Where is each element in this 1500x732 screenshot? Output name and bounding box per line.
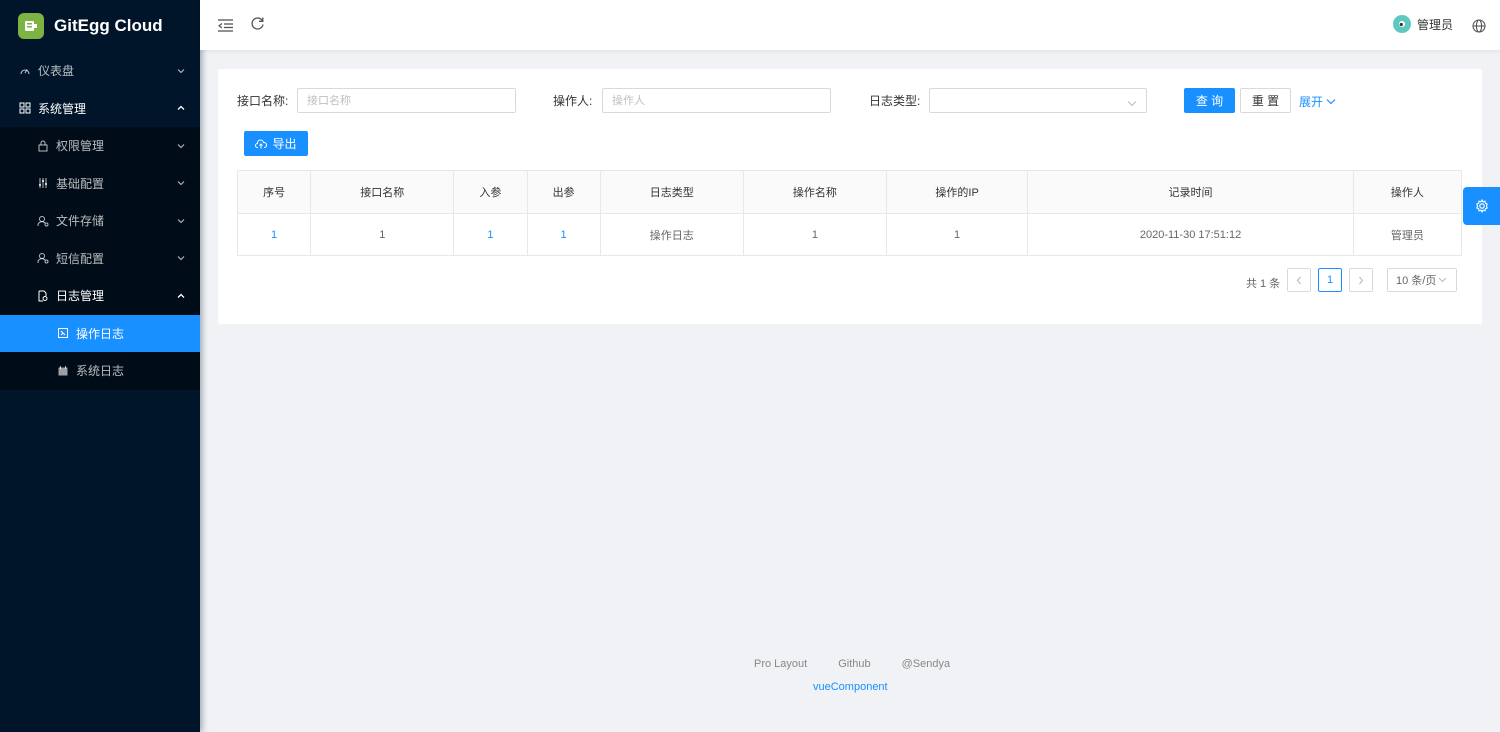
- chevron-down-icon: [1326, 98, 1336, 105]
- lock-icon: [36, 139, 50, 153]
- sidebar-item-label: 基础配置: [56, 176, 105, 191]
- sidebar-item-label: 系统日志: [76, 364, 125, 379]
- chevron-down-icon: [176, 178, 186, 188]
- expand-label: 展开: [1299, 95, 1324, 109]
- logo[interactable]: GitEgg Cloud: [0, 0, 200, 52]
- sidebar-item-label: 日志管理: [56, 289, 105, 304]
- chevron-right-icon: [1358, 276, 1364, 285]
- column-header[interactable]: 接口名称: [310, 170, 455, 214]
- chevron-left-icon: [1296, 276, 1302, 285]
- log-type-label: 日志类型:: [869, 94, 921, 108]
- sidebar-item-log-management[interactable]: 日志管理: [0, 277, 200, 315]
- globe-icon[interactable]: [1470, 17, 1488, 35]
- sidebar-item-system[interactable]: 系统管理: [0, 90, 200, 128]
- export-button[interactable]: 导出: [244, 131, 308, 156]
- sidebar-item-file-storage[interactable]: 文件存储: [0, 202, 200, 240]
- chevron-down-icon: [176, 216, 186, 226]
- sidebar-item-operation-log[interactable]: 操作日志: [0, 314, 200, 352]
- log-type-select[interactable]: [929, 88, 1147, 113]
- cloud-upload-icon: [255, 138, 268, 149]
- user-setting-icon: [36, 214, 50, 228]
- gear-icon: [1475, 199, 1489, 213]
- log-table: 序号 接口名称 入参 出参 日志类型 操作名称 操作的IP 记录时间 操作人 1…: [236, 170, 1463, 256]
- api-name-input[interactable]: [297, 88, 516, 113]
- column-header[interactable]: 操作人: [1353, 170, 1463, 214]
- dashboard-icon: [18, 64, 32, 78]
- page-size-select[interactable]: 10 条/页: [1387, 268, 1457, 292]
- column-header[interactable]: 入参: [453, 170, 528, 214]
- sidebar-item-basic-config[interactable]: 基础配置: [0, 164, 200, 202]
- table-cell: 操作日志: [600, 213, 744, 256]
- column-header[interactable]: 序号: [236, 170, 312, 214]
- chevron-up-icon: [176, 291, 186, 301]
- chevron-down-icon: [1127, 96, 1137, 110]
- sidebar-item-label: 系统管理: [38, 101, 87, 116]
- app-title: GitEgg Cloud: [54, 16, 163, 35]
- table-header-row: 序号 接口名称 入参 出参 日志类型 操作名称 操作的IP 记录时间 操作人: [236, 170, 1463, 214]
- appstore-icon: [18, 101, 32, 115]
- table-row[interactable]: 1 1 1 1 操作日志 1 1 2020-11-30 17:51:12 管理员: [236, 213, 1463, 256]
- table-cell: 1: [886, 213, 1029, 256]
- avatar: [1392, 15, 1411, 33]
- user-menu[interactable]: 管理员: [1392, 15, 1453, 33]
- sidebar-item-sms-config[interactable]: 短信配置: [0, 239, 200, 277]
- column-header[interactable]: 日志类型: [600, 170, 744, 214]
- sidebar-item-label: 短信配置: [56, 251, 105, 266]
- sliders-icon: [36, 176, 50, 190]
- top-header: 管理员: [200, 0, 1500, 50]
- sidebar-item-label: 仪表盘: [38, 64, 75, 79]
- table-cell: 1: [310, 213, 455, 256]
- expand-link[interactable]: 展开: [1299, 93, 1336, 110]
- chevron-down-icon: [1438, 277, 1447, 283]
- operator-input[interactable]: [602, 88, 831, 113]
- table-cell: 管理员: [1353, 213, 1463, 256]
- calendar-icon: [56, 364, 70, 378]
- footer-copyright[interactable]: vueComponent: [813, 681, 888, 693]
- column-header[interactable]: 操作的IP: [886, 170, 1029, 214]
- export-label: 导出: [272, 137, 297, 151]
- snippets-icon: [56, 326, 70, 340]
- user-setting-icon: [36, 251, 50, 265]
- chevron-up-icon: [176, 103, 186, 113]
- sidebar: GitEgg Cloud 仪表盘 系统管理 权限管理 基础配置 文件存储 短信配…: [0, 0, 200, 732]
- footer-links: Pro Layout Github @Sendya: [754, 658, 981, 670]
- sidebar-item-dashboard[interactable]: 仪表盘: [0, 52, 200, 90]
- settings-drawer-button[interactable]: [1463, 187, 1500, 225]
- operator-label: 操作人:: [553, 94, 593, 108]
- logo-icon: [18, 13, 44, 39]
- query-button[interactable]: 查 询: [1184, 88, 1235, 113]
- log-query-card: 接口名称: 操作人: 日志类型: 查 询 重 置 展开 导出 序号 接口名称 入…: [218, 69, 1482, 324]
- footer-link-prolayout[interactable]: Pro Layout: [754, 658, 807, 670]
- page-size-value: 10 条/页: [1396, 275, 1437, 287]
- chevron-down-icon: [176, 141, 186, 151]
- column-header[interactable]: 记录时间: [1027, 170, 1354, 214]
- table-cell: 1: [527, 213, 601, 256]
- reset-button[interactable]: 重 置: [1240, 88, 1291, 113]
- column-header[interactable]: 操作名称: [743, 170, 887, 214]
- chevron-down-icon: [176, 253, 186, 263]
- footer-link-sendya[interactable]: @Sendya: [902, 658, 950, 670]
- sidebar-item-system-log[interactable]: 系统日志: [0, 352, 200, 390]
- table-cell: 2020-11-30 17:51:12: [1027, 213, 1354, 256]
- table-cell: 1: [236, 213, 312, 256]
- table-cell: 1: [453, 213, 528, 256]
- prev-page-button[interactable]: [1287, 268, 1311, 292]
- page-number-button[interactable]: 1: [1318, 268, 1342, 292]
- api-name-label: 接口名称:: [237, 94, 289, 108]
- footer-link-github[interactable]: Github: [838, 658, 870, 670]
- chevron-down-icon: [176, 66, 186, 76]
- pagination-total: 共 1 条: [1246, 278, 1281, 290]
- reload-icon[interactable]: [248, 14, 266, 32]
- menu-fold-icon[interactable]: [216, 16, 234, 34]
- user-name: 管理员: [1416, 17, 1453, 32]
- sidebar-item-label: 权限管理: [56, 139, 105, 154]
- next-page-button[interactable]: [1349, 268, 1373, 292]
- column-header[interactable]: 出参: [527, 170, 601, 214]
- sidebar-item-permission[interactable]: 权限管理: [0, 127, 200, 165]
- sidebar-item-label: 操作日志: [76, 326, 125, 341]
- table-cell: 1: [743, 213, 887, 256]
- file-search-icon: [36, 289, 50, 303]
- sidebar-item-label: 文件存储: [56, 214, 105, 229]
